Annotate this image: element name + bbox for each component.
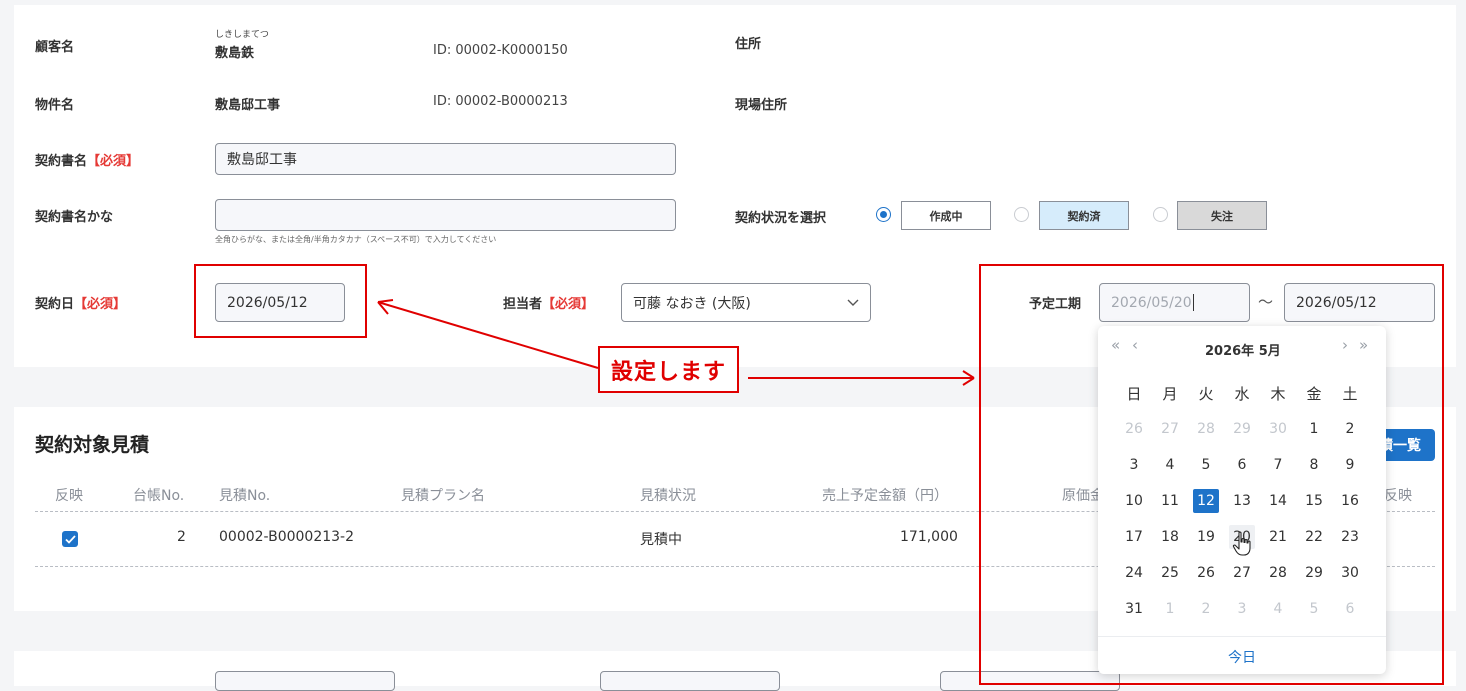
arrowhead-left <box>377 299 394 315</box>
annotation-callout: 設定します <box>598 346 739 393</box>
arrow-to-contract-date <box>377 301 599 369</box>
annotation-arrows <box>377 299 975 386</box>
